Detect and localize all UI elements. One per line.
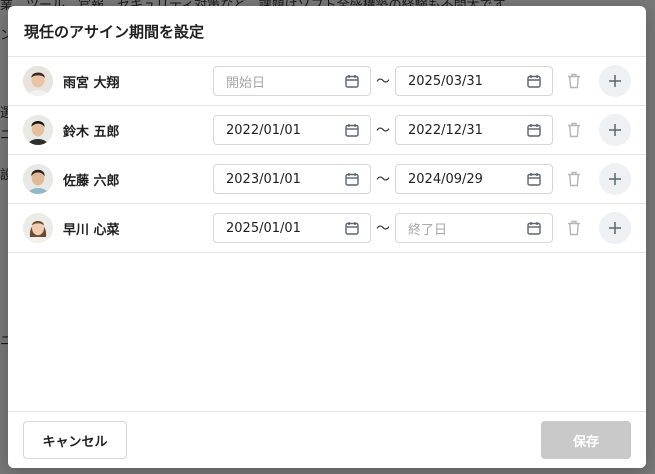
end-date-value: 2024/09/29 (408, 171, 483, 187)
trash-icon[interactable] (567, 171, 581, 187)
range-separator: 〜 (376, 123, 390, 139)
avatar-image (23, 213, 53, 243)
member-row: 佐藤 六郎 2023/01/01 〜 2024/09/29 (8, 155, 646, 204)
end-date-value: 2022/12/31 (408, 122, 483, 138)
add-period-button[interactable] (599, 65, 631, 97)
calendar-icon[interactable] (527, 74, 541, 88)
add-period-button[interactable] (599, 212, 631, 244)
member-name: 佐藤 六郎 (63, 173, 120, 189)
member-row: 雨宮 大翔 開始日 〜 2025/03/31 (8, 57, 646, 106)
end-date-field[interactable]: 2024/09/29 (395, 164, 553, 194)
dialog-title: 現任のアサイン期間を設定 (24, 22, 205, 41)
calendar-icon[interactable] (345, 172, 359, 186)
trash-icon[interactable] (567, 220, 581, 236)
range-separator: 〜 (376, 172, 390, 188)
avatar (23, 66, 53, 96)
start-date-field[interactable]: 開始日 (213, 66, 371, 96)
start-date-value: 2025/01/01 (226, 220, 301, 236)
end-date-field[interactable]: 終了日 (395, 213, 553, 243)
end-date-value: 2025/03/31 (408, 73, 483, 89)
assignment-period-dialog: 現任のアサイン期間を設定 雨宮 大翔 開始日 〜 2025/03/31 鈴木 五… (8, 6, 646, 468)
calendar-icon[interactable] (345, 221, 359, 235)
start-date-placeholder: 開始日 (226, 75, 266, 91)
dialog-header: 現任のアサイン期間を設定 (8, 6, 646, 57)
start-date-field[interactable]: 2025/01/01 (213, 213, 371, 243)
end-date-field[interactable]: 2025/03/31 (395, 66, 553, 96)
avatar (23, 213, 53, 243)
calendar-icon[interactable] (527, 221, 541, 235)
start-date-field[interactable]: 2022/01/01 (213, 115, 371, 145)
add-period-button[interactable] (599, 163, 631, 195)
member-name: 早川 心菜 (63, 222, 120, 238)
dialog-footer: キャンセル 保存 (8, 411, 646, 468)
range-separator: 〜 (376, 74, 390, 90)
calendar-icon[interactable] (527, 172, 541, 186)
avatar (23, 164, 53, 194)
avatar-image (23, 66, 53, 96)
calendar-icon[interactable] (345, 74, 359, 88)
start-date-field[interactable]: 2023/01/01 (213, 164, 371, 194)
range-separator: 〜 (376, 221, 390, 237)
member-list: 雨宮 大翔 開始日 〜 2025/03/31 鈴木 五郎 2022/01/01 … (8, 57, 646, 253)
plus-icon (609, 75, 621, 87)
end-date-placeholder: 終了日 (408, 222, 448, 238)
save-button[interactable]: 保存 (541, 421, 631, 459)
plus-icon (609, 222, 621, 234)
avatar-image (23, 164, 53, 194)
calendar-icon[interactable] (345, 123, 359, 137)
add-period-button[interactable] (599, 114, 631, 146)
plus-icon (609, 173, 621, 185)
avatar (23, 115, 53, 145)
start-date-value: 2023/01/01 (226, 171, 301, 187)
member-name: 鈴木 五郎 (63, 124, 120, 140)
member-name: 雨宮 大翔 (63, 75, 120, 91)
member-row: 早川 心菜 2025/01/01 〜 終了日 (8, 204, 646, 253)
plus-icon (609, 124, 621, 136)
end-date-field[interactable]: 2022/12/31 (395, 115, 553, 145)
cancel-button[interactable]: キャンセル (23, 421, 127, 459)
trash-icon[interactable] (567, 122, 581, 138)
calendar-icon[interactable] (527, 123, 541, 137)
start-date-value: 2022/01/01 (226, 122, 301, 138)
member-row: 鈴木 五郎 2022/01/01 〜 2022/12/31 (8, 106, 646, 155)
avatar-image (23, 115, 53, 145)
trash-icon[interactable] (567, 73, 581, 89)
